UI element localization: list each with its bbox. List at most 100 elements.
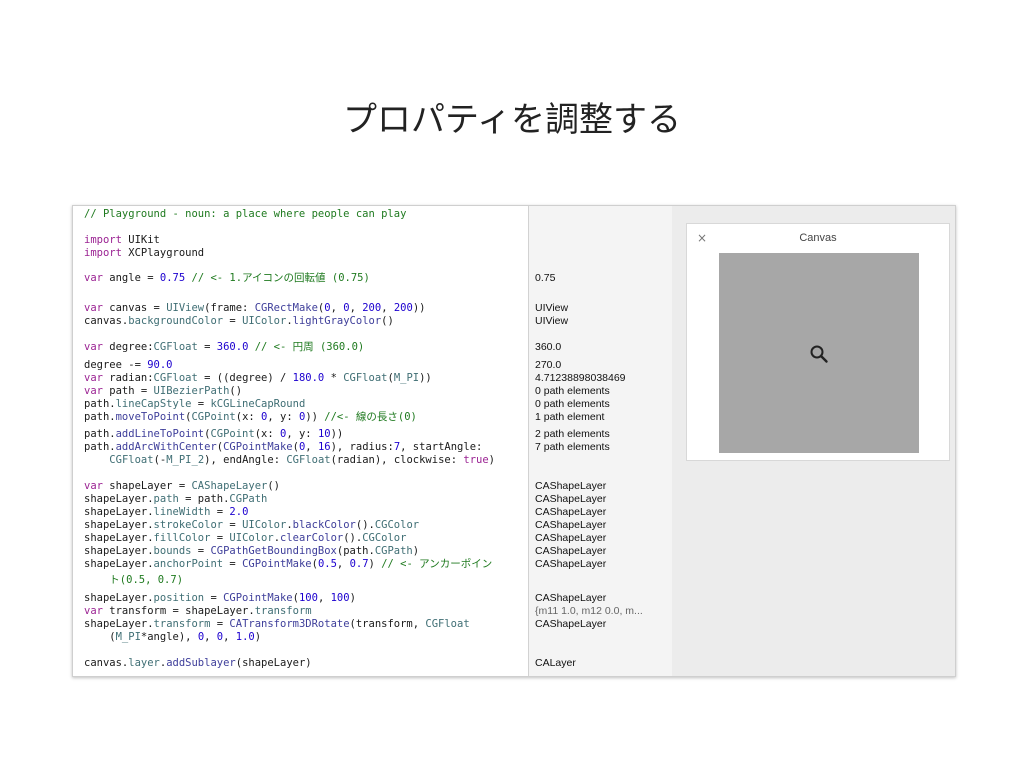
code-token: // <- 円周 (360.0)	[254, 341, 365, 353]
result-value[interactable]: CAShapeLayer	[535, 558, 606, 571]
result-value[interactable]: 0 path elements	[535, 398, 610, 411]
code-token: UIColor	[242, 315, 287, 327]
code-line[interactable]: var angle = 0.75 // <- 1.アイコンの回転値 (0.75)	[84, 272, 370, 285]
result-value[interactable]: 1 path element	[535, 411, 604, 424]
code-token: =	[223, 558, 243, 570]
code-line[interactable]: shapeLayer.path = path.CGPath	[84, 493, 267, 506]
code-token: =	[191, 398, 211, 410]
code-token: strokeColor	[153, 519, 224, 531]
result-value[interactable]: 2 path elements	[535, 428, 610, 441]
code-line[interactable]: shapeLayer.lineWidth = 2.0	[84, 506, 248, 519]
code-line[interactable]: import XCPlayground	[84, 247, 204, 260]
code-token: CGPath	[374, 545, 413, 557]
code-token: CGFloat	[153, 372, 198, 384]
code-line[interactable]: var canvas = UIView(frame: CGRectMake(0,…	[84, 302, 425, 315]
code-token: 0.7	[349, 558, 369, 570]
code-token: (shapeLayer)	[235, 657, 312, 669]
result-value[interactable]: 0.75	[535, 272, 555, 285]
result-value[interactable]: 7 path elements	[535, 441, 610, 454]
code-line[interactable]: (M_PI*angle), 0, 0, 1.0)	[84, 631, 261, 644]
code-token: )	[254, 631, 262, 643]
code-token: ), endAngle:	[204, 454, 287, 466]
result-value[interactable]: CAShapeLayer	[535, 532, 606, 545]
code-token: shapeLayer =	[102, 480, 192, 492]
code-token: moveToPoint	[115, 411, 186, 423]
code-token: XCPlayground	[121, 247, 205, 259]
code-token: (-	[153, 454, 167, 466]
code-token: var	[84, 372, 103, 384]
code-token: 16	[317, 441, 331, 453]
code-line[interactable]: ト(0.5, 0.7)	[84, 574, 183, 587]
code-token: blackColor	[292, 519, 356, 531]
result-value[interactable]: CAShapeLayer	[535, 545, 606, 558]
code-token: var	[84, 605, 103, 617]
code-token: var	[84, 272, 103, 284]
result-value[interactable]: {m11 1.0, m12 0.0, m...	[535, 605, 643, 618]
code-token: var	[84, 302, 103, 314]
code-line[interactable]: shapeLayer.position = CGPointMake(100, 1…	[84, 592, 356, 605]
code-token: CGPointMake	[223, 441, 293, 453]
code-token: =	[191, 545, 211, 557]
code-line[interactable]: shapeLayer.strokeColor = UIColor.blackCo…	[84, 519, 419, 532]
code-token: UIBezierPath	[153, 385, 230, 397]
result-value[interactable]: CAShapeLayer	[535, 592, 606, 605]
code-token: path.	[84, 428, 116, 440]
result-value[interactable]: CAShapeLayer	[535, 480, 606, 493]
code-editor[interactable]: // Playground - noun: a place where peop…	[73, 206, 528, 676]
code-line[interactable]: shapeLayer.fillColor = UIColor.clearColo…	[84, 532, 406, 545]
result-value[interactable]: 360.0	[535, 341, 561, 354]
result-value[interactable]: 270.0	[535, 359, 561, 372]
code-line[interactable]: var path = UIBezierPath()	[84, 385, 242, 398]
code-token: (radian), clockwise:	[330, 454, 464, 466]
code-token: UIView	[166, 302, 205, 314]
result-value[interactable]: CAShapeLayer	[535, 519, 606, 532]
code-token: path.	[84, 398, 116, 410]
code-line[interactable]: path.lineCapStyle = kCGLineCapRound	[84, 398, 305, 411]
code-token: =	[223, 519, 243, 531]
result-value[interactable]: CAShapeLayer	[535, 493, 606, 506]
code-line[interactable]: path.moveToPoint(CGPoint(x: 0, y: 0)) //…	[84, 411, 417, 424]
code-line[interactable]: canvas.backgroundColor = UIColor.lightGr…	[84, 315, 394, 328]
code-token: layer	[128, 657, 160, 669]
result-value[interactable]: UIView	[535, 315, 568, 328]
code-line[interactable]: shapeLayer.bounds = CGPathGetBoundingBox…	[84, 545, 419, 558]
code-token: lineCapStyle	[115, 398, 192, 410]
code-line[interactable]: path.addArcWithCenter(CGPointMake(0, 16)…	[84, 441, 482, 454]
result-value[interactable]: UIView	[535, 302, 568, 315]
code-line[interactable]: shapeLayer.transform = CATransform3DRota…	[84, 618, 470, 631]
code-token: 0.5	[317, 558, 337, 570]
magnifier-icon[interactable]	[809, 344, 829, 364]
code-line[interactable]: path.addLineToPoint(CGPoint(x: 0, y: 10)…	[84, 428, 343, 441]
code-token: , y:	[286, 428, 318, 440]
result-value[interactable]: CAShapeLayer	[535, 506, 606, 519]
result-value[interactable]: CAShapeLayer	[535, 618, 606, 631]
slide-title: プロパティを調整する	[343, 100, 681, 140]
code-token: shapeLayer.	[84, 558, 154, 570]
code-token: ), radius:	[330, 441, 394, 453]
result-value[interactable]: 4.71238898038469	[535, 372, 626, 385]
code-line[interactable]: var shapeLayer = CAShapeLayer()	[84, 480, 280, 493]
code-token: anchorPoint	[153, 558, 224, 570]
code-line[interactable]: degree -= 90.0	[84, 359, 173, 372]
code-token: 360.0	[216, 341, 249, 353]
code-token: ().	[343, 532, 363, 544]
code-token: transform = shapeLayer.	[102, 605, 255, 617]
code-line[interactable]: shapeLayer.anchorPoint = CGPointMake(0.5…	[84, 558, 492, 571]
code-token: ,	[336, 558, 350, 570]
code-line[interactable]: import UIKit	[84, 234, 160, 247]
code-token: 200	[362, 302, 382, 314]
code-line[interactable]: // Playground - noun: a place where peop…	[84, 208, 406, 221]
canvas-view	[719, 253, 919, 453]
result-value[interactable]: 0 path elements	[535, 385, 610, 398]
code-line[interactable]: var degree:CGFloat = 360.0 // <- 円周 (360…	[84, 341, 364, 354]
code-token: // <- アンカーポイン	[381, 558, 493, 570]
code-token: ,	[223, 631, 236, 643]
code-token: CAShapeLayer	[191, 480, 268, 492]
code-line[interactable]: var radian:CGFloat = ((degree) / 180.0 *…	[84, 372, 432, 385]
code-line[interactable]: var transform = shapeLayer.transform	[84, 605, 312, 618]
code-token: (frame:	[204, 302, 255, 314]
code-token: CGFloat	[425, 618, 470, 630]
result-value[interactable]: CALayer	[535, 657, 576, 670]
code-line[interactable]: CGFloat(-M_PI_2), endAngle: CGFloat(radi…	[84, 454, 495, 467]
code-line[interactable]: canvas.layer.addSublayer(shapeLayer)	[84, 657, 312, 670]
